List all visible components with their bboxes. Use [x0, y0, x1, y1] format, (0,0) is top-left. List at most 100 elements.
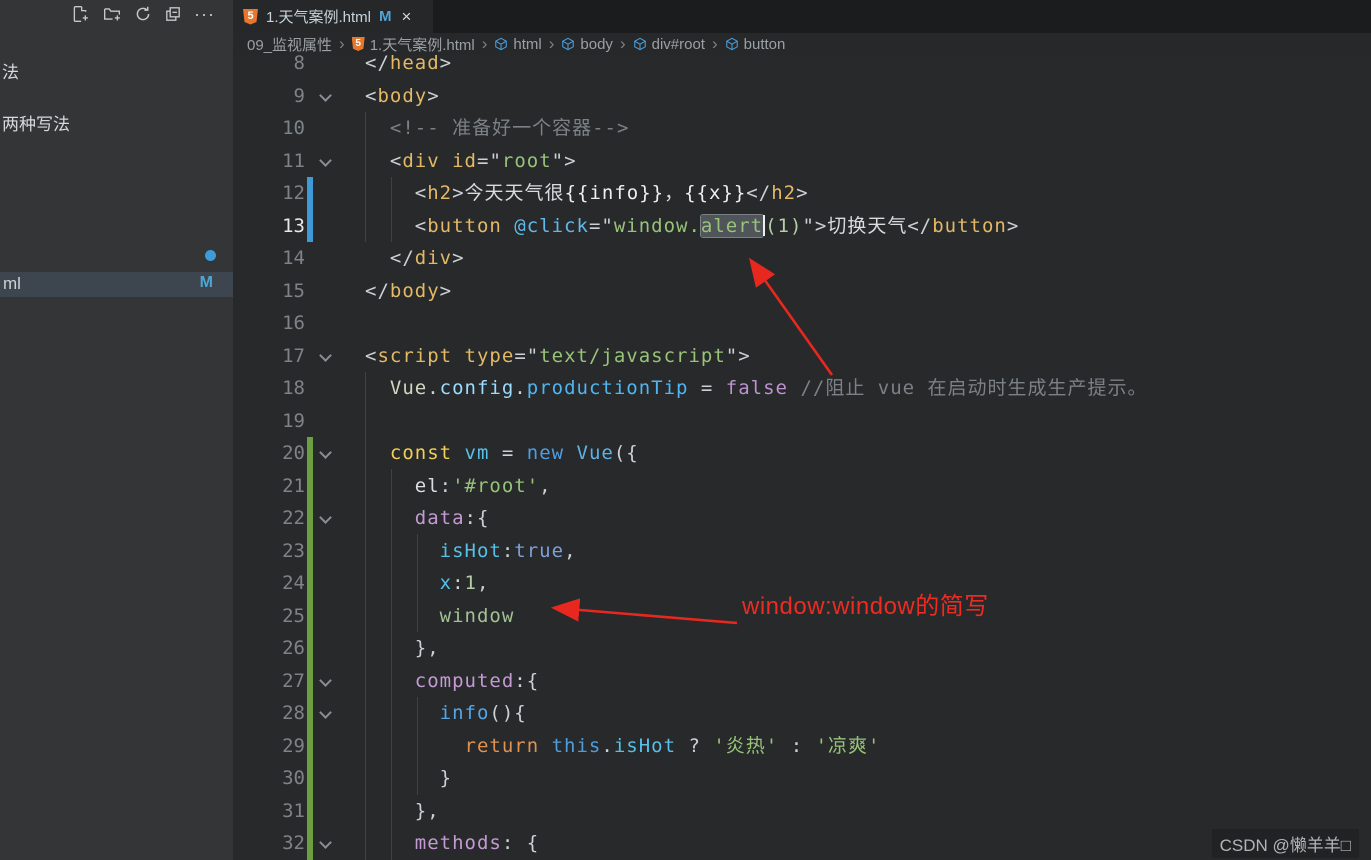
code-line[interactable]: 23 isHot:true,: [233, 535, 1371, 568]
fold-chevron-icon[interactable]: [317, 437, 335, 470]
fold-chevron-icon[interactable]: [317, 502, 335, 535]
line-number[interactable]: 10: [233, 112, 305, 145]
new-folder-icon[interactable]: [102, 5, 122, 25]
breadcrumb-item[interactable]: body: [561, 36, 613, 53]
tree-item[interactable]: 法: [2, 62, 19, 84]
line-number[interactable]: 26: [233, 632, 305, 665]
fold-chevron-icon[interactable]: [317, 340, 335, 373]
breadcrumb-item[interactable]: 09_监视属性: [247, 34, 332, 55]
vscode-window: ··· 法 两种写法 ml M 5 1.天气案例.html M × 09_监视属…: [0, 0, 1371, 860]
breadcrumb-label: html: [513, 36, 541, 53]
code-text: <h2>今天天气很{{info}}，{{x}}</h2>: [365, 177, 809, 210]
fold-chevron-icon[interactable]: [317, 697, 335, 730]
line-number[interactable]: 27: [233, 665, 305, 698]
line-number[interactable]: 16: [233, 307, 305, 340]
breadcrumb-separator: ›: [339, 34, 345, 54]
line-number[interactable]: 29: [233, 730, 305, 763]
breadcrumb-item[interactable]: html: [494, 36, 541, 53]
code-text: </body>: [365, 275, 452, 308]
collapse-folders-icon[interactable]: [163, 5, 183, 25]
breadcrumb-item[interactable]: 51.天气案例.html: [352, 34, 475, 55]
fold-chevron-icon[interactable]: [317, 80, 335, 113]
code-line[interactable]: 21 el:'#root',: [233, 470, 1371, 503]
code-line[interactable]: 18 Vue.config.productionTip = false //阻止…: [233, 372, 1371, 405]
code-text: },: [365, 632, 440, 665]
line-number[interactable]: 23: [233, 535, 305, 568]
code-line[interactable]: 16: [233, 307, 1371, 340]
code-text: }: [365, 762, 452, 795]
code-text: methods: {: [365, 827, 539, 860]
line-number[interactable]: 17: [233, 340, 305, 373]
line-number[interactable]: 32: [233, 827, 305, 860]
code-line[interactable]: 29 return this.isHot ? '炎热' : '凉爽': [233, 730, 1371, 763]
line-number[interactable]: 15: [233, 275, 305, 308]
git-gutter-added: [307, 502, 313, 535]
breadcrumb-item[interactable]: div#root: [633, 36, 705, 53]
line-number[interactable]: 31: [233, 795, 305, 828]
line-number[interactable]: 12: [233, 177, 305, 210]
line-number[interactable]: 25: [233, 600, 305, 633]
git-gutter-added: [307, 665, 313, 698]
tree-item[interactable]: 两种写法: [2, 114, 70, 136]
code-text: window: [365, 600, 514, 633]
explorer-toolbar: ···: [0, 0, 233, 30]
line-number[interactable]: 13: [233, 210, 305, 243]
code-line[interactable]: 19: [233, 405, 1371, 438]
code-line[interactable]: 31 },: [233, 795, 1371, 828]
code-text: data:{: [365, 502, 489, 535]
tab-bar: 5 1.天气案例.html M ×: [233, 0, 1371, 33]
line-number[interactable]: 22: [233, 502, 305, 535]
fold-chevron-icon[interactable]: [317, 665, 335, 698]
code-line[interactable]: 22 data:{: [233, 502, 1371, 535]
git-gutter-added: [307, 470, 313, 503]
fold-chevron-icon[interactable]: [317, 145, 335, 178]
code-line[interactable]: 14 </div>: [233, 242, 1371, 275]
line-number[interactable]: 9: [233, 80, 305, 113]
code-line[interactable]: 17 <script type="text/javascript">: [233, 340, 1371, 373]
code-line[interactable]: 30 }: [233, 762, 1371, 795]
git-gutter-added: [307, 535, 313, 568]
line-number[interactable]: 20: [233, 437, 305, 470]
line-number[interactable]: 11: [233, 145, 305, 178]
line-number[interactable]: 21: [233, 470, 305, 503]
code-text: <!-- 准备好一个容器-->: [365, 112, 629, 145]
code-line[interactable]: 9<body>: [233, 80, 1371, 113]
code-line[interactable]: 15 </body>: [233, 275, 1371, 308]
explorer-sidebar: ··· 法 两种写法 ml M: [0, 0, 233, 860]
line-number[interactable]: 30: [233, 762, 305, 795]
code-text: x:1,: [365, 567, 489, 600]
line-number[interactable]: 19: [233, 405, 305, 438]
code-line[interactable]: 13 <button @click="window.alert(1)">切换天气…: [233, 210, 1371, 243]
code-line[interactable]: 27 computed:{: [233, 665, 1371, 698]
breadcrumb-label: 09_监视属性: [247, 34, 332, 55]
line-number[interactable]: 18: [233, 372, 305, 405]
code-lines: 8</head>9<body>10 <!-- 准备好一个容器-->11 <div…: [233, 47, 1371, 860]
code-line[interactable]: 12 <h2>今天天气很{{info}}，{{x}}</h2>: [233, 177, 1371, 210]
git-gutter-added: [307, 600, 313, 633]
line-number[interactable]: 28: [233, 697, 305, 730]
code-line[interactable]: 11 <div id="root">: [233, 145, 1371, 178]
git-gutter-modified: [307, 177, 313, 210]
more-actions-icon[interactable]: ···: [194, 5, 214, 25]
code-text: <script type="text/javascript">: [365, 340, 751, 373]
git-gutter-added: [307, 697, 313, 730]
refresh-icon[interactable]: [133, 5, 153, 25]
code-line[interactable]: 28 info(){: [233, 697, 1371, 730]
code-line[interactable]: 20 const vm = new Vue({: [233, 437, 1371, 470]
fold-chevron-icon[interactable]: [317, 827, 335, 860]
code-line[interactable]: 26 },: [233, 632, 1371, 665]
tab-weather-case[interactable]: 5 1.天气案例.html M ×: [233, 0, 433, 33]
annotation-text: window:window的简写: [742, 586, 989, 621]
line-number[interactable]: 14: [233, 242, 305, 275]
word-highlight: alert: [701, 215, 763, 237]
git-gutter-added: [307, 795, 313, 828]
code-line[interactable]: 10 <!-- 准备好一个容器-->: [233, 112, 1371, 145]
breadcrumb-item[interactable]: button: [725, 36, 786, 53]
tree-item-selected[interactable]: ml M: [0, 272, 233, 297]
code-text: <button @click="window.alert(1)">切换天气</b…: [365, 210, 1019, 243]
new-file-icon[interactable]: [70, 5, 90, 25]
code-text: </div>: [365, 242, 465, 275]
tab-close-icon[interactable]: ×: [402, 9, 412, 24]
code-line[interactable]: 32 methods: {: [233, 827, 1371, 860]
line-number[interactable]: 24: [233, 567, 305, 600]
